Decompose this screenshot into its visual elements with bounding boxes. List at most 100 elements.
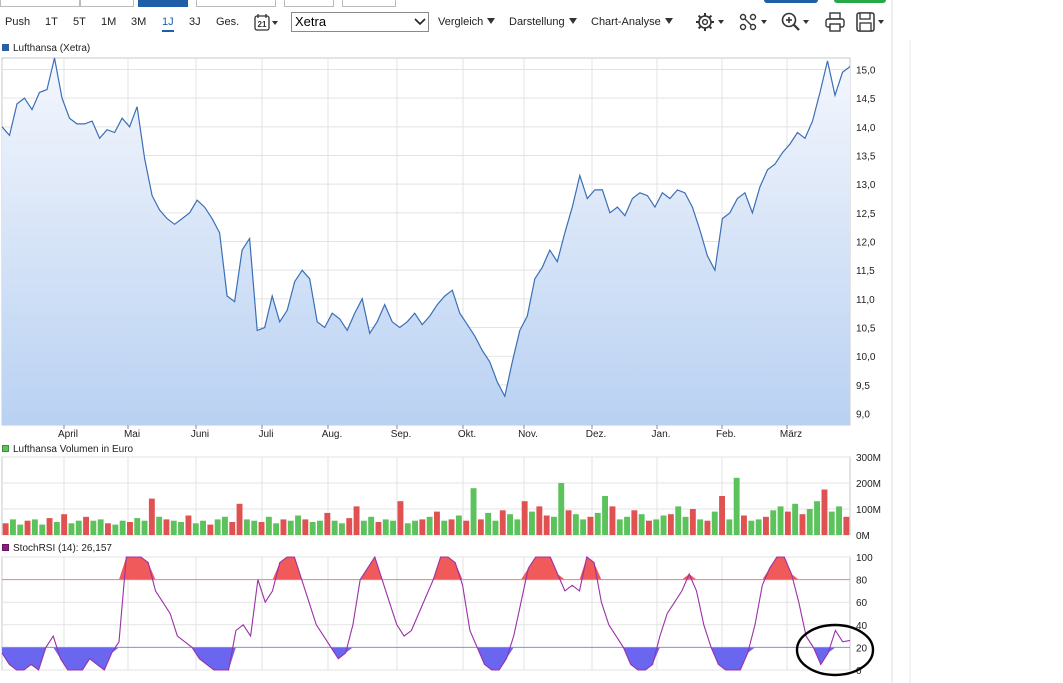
x-month-label: April — [58, 429, 78, 440]
volume-bar — [529, 511, 535, 535]
volume-bar — [507, 514, 513, 535]
price-y-tick: 11,0 — [856, 295, 875, 306]
volume-bar — [492, 520, 499, 535]
price-y-tick: 14,5 — [856, 94, 876, 105]
volume-bar — [390, 520, 396, 535]
volume-bar — [331, 520, 338, 535]
volume-bar — [726, 519, 733, 535]
chart-canvas: 15,0 14,5 14,0 13,5 13,0 12,5 12,0 11,5 11,0 10,5… — [1, 0, 911, 683]
volume-bar — [280, 519, 287, 535]
volume-bar — [39, 524, 46, 535]
volume-bar — [814, 501, 820, 535]
volume-bar — [602, 496, 608, 535]
stoch-y-tick: 20 — [856, 643, 868, 654]
volume-bar — [419, 519, 426, 535]
volume-bar — [229, 522, 236, 535]
volume-bar — [660, 515, 667, 535]
x-month-label: Sep. — [391, 429, 412, 440]
volume-bar — [156, 516, 163, 535]
stoch-y-tick: 100 — [856, 553, 873, 564]
volume-bar — [265, 516, 272, 535]
volume-bar — [170, 520, 177, 535]
volume-bar — [309, 522, 316, 535]
volume-bar — [207, 524, 214, 535]
volume-bar — [448, 519, 455, 535]
volume-bar — [258, 522, 265, 535]
volume-bar — [836, 506, 842, 535]
volume-bar — [200, 520, 206, 535]
volume-bar — [75, 520, 82, 535]
volume-bar — [455, 515, 462, 535]
volume-bar — [770, 510, 777, 535]
price-y-tick: 12,5 — [856, 209, 876, 220]
volume-bar — [61, 514, 68, 535]
volume-bar — [360, 520, 367, 535]
volume-bar — [755, 519, 762, 535]
x-month-label: Juli — [258, 429, 273, 440]
volume-bar — [119, 520, 126, 535]
volume-bar — [83, 516, 89, 535]
volume-y-tick: 300M — [856, 453, 881, 464]
volume-bar — [565, 510, 572, 535]
volume-bar — [346, 518, 353, 535]
price-y-tick: 15,0 — [856, 65, 876, 76]
volume-bar — [302, 519, 309, 535]
volume-bar — [828, 511, 835, 535]
volume-bar — [382, 519, 389, 535]
volume-bar — [777, 506, 784, 535]
volume-y-tick: 0M — [856, 531, 870, 542]
x-month-label: Aug. — [322, 429, 343, 440]
volume-bar — [580, 519, 587, 535]
volume-bar — [609, 506, 616, 535]
volume-bar — [236, 503, 243, 535]
volume-bar — [485, 512, 492, 535]
volume-bar — [697, 519, 704, 535]
volume-bar — [572, 514, 579, 535]
volume-bar — [821, 489, 828, 535]
volume-bar — [477, 519, 484, 535]
x-month-label: Okt. — [458, 429, 476, 440]
volume-bar — [222, 516, 228, 535]
price-y-tick: 13,0 — [856, 180, 876, 191]
price-y-tick: 13,5 — [856, 151, 876, 162]
x-month-label: Mai — [124, 429, 140, 440]
volume-bar — [733, 477, 740, 535]
volume-bar — [375, 522, 382, 535]
price-y-tick: 11,5 — [856, 266, 875, 277]
volume-bar — [719, 496, 725, 535]
volume-bar — [434, 511, 440, 535]
volume-bar — [675, 506, 682, 535]
x-month-label: Feb. — [716, 429, 736, 440]
volume-bar — [667, 514, 674, 535]
volume-bar — [646, 520, 652, 535]
volume-bar — [704, 520, 711, 535]
volume-bar — [46, 518, 53, 535]
volume-bar — [368, 516, 375, 535]
volume-bar — [763, 516, 769, 535]
volume-bar — [10, 519, 16, 535]
volume-bar — [31, 519, 38, 535]
volume-bar — [470, 488, 477, 535]
volume-bar — [441, 520, 448, 535]
volume-bar — [339, 523, 345, 535]
volume-bar — [2, 523, 9, 535]
volume-bar — [682, 516, 689, 535]
volume-bar — [24, 520, 31, 535]
volume-bar — [178, 522, 184, 535]
volume-bar — [404, 523, 411, 535]
volume-bar — [185, 515, 192, 535]
volume-bar — [192, 523, 199, 535]
volume-y-tick: 100M — [856, 505, 881, 516]
volume-bar — [514, 519, 521, 535]
volume-y-tick: 200M — [856, 479, 881, 490]
price-y-tick: 9,5 — [856, 381, 870, 392]
price-y-tick: 14,0 — [856, 123, 876, 134]
volume-bar — [324, 512, 331, 535]
volume-bar — [799, 514, 806, 535]
volume-bar — [558, 483, 565, 535]
volume-bar — [689, 509, 696, 535]
x-month-label: März — [780, 429, 802, 440]
volume-bar — [127, 522, 133, 535]
volume-bar — [251, 520, 258, 535]
stoch-y-tick: 60 — [856, 598, 868, 609]
